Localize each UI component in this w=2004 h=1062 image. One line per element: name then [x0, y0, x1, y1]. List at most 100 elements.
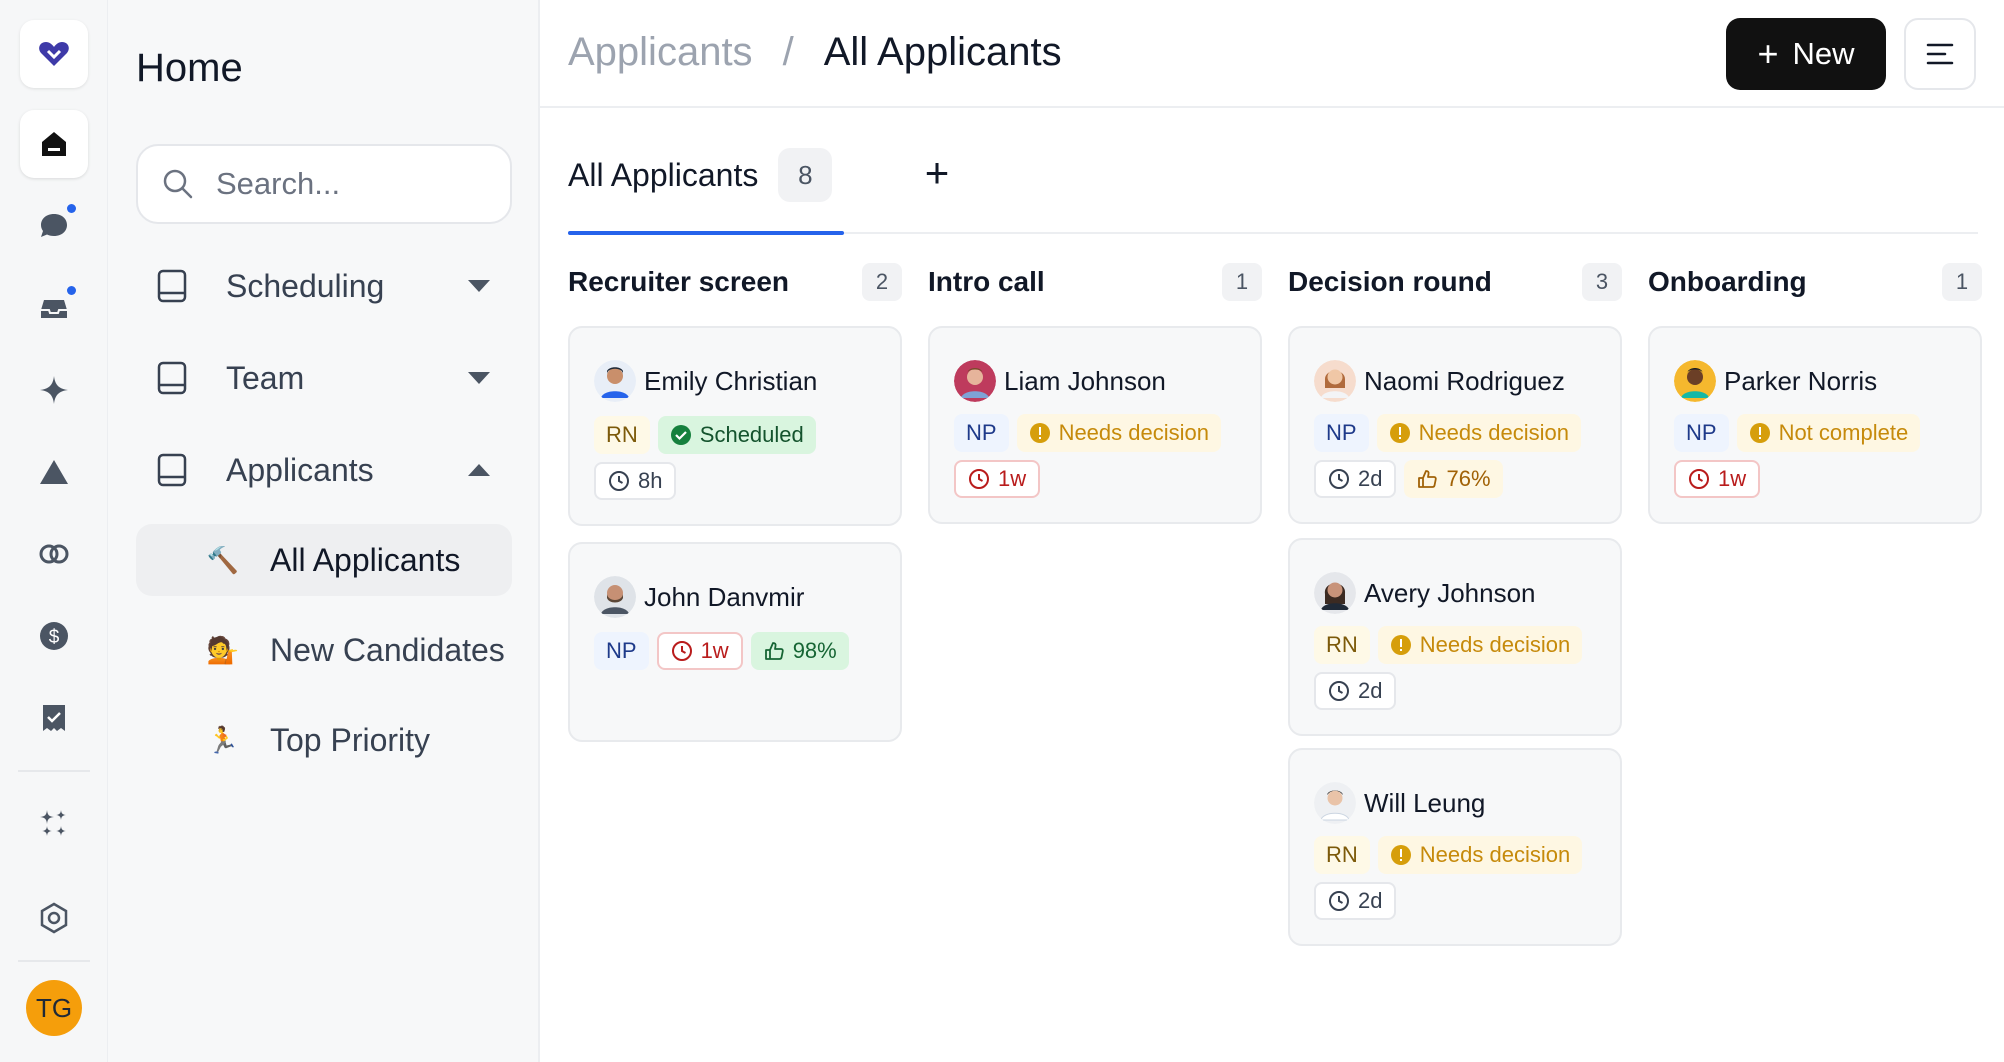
menu-button[interactable]: [1904, 18, 1976, 90]
nav-title: Home: [136, 46, 243, 90]
rail-rings[interactable]: [20, 520, 88, 588]
sparkle-icon: [40, 376, 68, 404]
breadcrumb: Applicants / All Applicants: [568, 30, 1062, 75]
time-badge: 1w: [954, 460, 1041, 498]
search-icon: [163, 169, 193, 199]
column-title: Decision round: [1288, 266, 1492, 297]
status-text: Not complete: [1778, 420, 1909, 445]
running-person-icon: 🏃: [206, 724, 240, 755]
search-box[interactable]: [136, 144, 512, 224]
nav-item-new-candidates[interactable]: 💁 New Candidates: [136, 614, 512, 686]
column-header: Decision round 3: [1288, 258, 1622, 306]
add-view-button[interactable]: +: [912, 148, 962, 198]
book-icon: [157, 453, 187, 487]
avatar: [1314, 782, 1356, 824]
card-header: Avery Johnson: [1314, 572, 1536, 614]
rail-ai[interactable]: [20, 790, 88, 858]
avatar: [954, 360, 996, 402]
tab-all-applicants[interactable]: All Applicants 8: [568, 148, 833, 202]
badge-row-2: 1w: [954, 460, 1041, 498]
user-avatar[interactable]: TG: [26, 980, 82, 1036]
card-header: Naomi Rodriguez: [1314, 360, 1565, 402]
nav-item-top-priority[interactable]: 🏃 Top Priority: [136, 704, 512, 776]
nav-section-scheduling[interactable]: Scheduling: [136, 248, 512, 324]
rail-billing[interactable]: $: [20, 602, 88, 670]
badge-row: NP Not complete: [1674, 414, 1921, 452]
time-badge: 8h: [594, 462, 677, 500]
thumbs-up-icon: [1418, 470, 1438, 488]
menu-lines-icon: [1926, 43, 1954, 65]
badge-row: RN Needs decision: [1314, 836, 1583, 874]
applicant-card[interactable]: Liam Johnson NP Needs decision 1w: [928, 326, 1262, 524]
rail-divider: [18, 770, 90, 772]
rail-sparkle[interactable]: [20, 356, 88, 424]
inbox-icon: [41, 300, 67, 318]
new-button[interactable]: + New: [1726, 18, 1886, 90]
role-badge: NP: [1314, 414, 1369, 452]
nav-section-label: Team: [226, 359, 305, 396]
applicant-name: Naomi Rodriguez: [1364, 365, 1565, 396]
status-text: Scheduled: [699, 422, 804, 447]
nav-section-team[interactable]: Team: [136, 340, 512, 416]
time-text: 1w: [998, 466, 1027, 491]
applicant-card[interactable]: Emily Christian RN Scheduled 8h: [568, 326, 902, 526]
app-logo[interactable]: [20, 20, 88, 88]
header-divider: [540, 106, 2004, 108]
card-header: John Danvmir: [594, 576, 804, 618]
applicant-name: John Danvmir: [644, 581, 805, 612]
score-badge: 76%: [1404, 460, 1503, 498]
person-tipping-hand-icon: 💁: [206, 634, 240, 665]
rail-inbox[interactable]: [20, 274, 88, 342]
card-header: Liam Johnson: [954, 360, 1166, 402]
svg-text:$: $: [49, 627, 60, 648]
applicant-card[interactable]: Avery Johnson RN Needs decision 2d: [1288, 538, 1622, 736]
column-recruiter-screen: Recruiter screen 2 Emily Christian RN Sc…: [568, 258, 902, 742]
clock-icon: [1329, 681, 1349, 701]
breadcrumb-current: All Applicants: [823, 30, 1062, 74]
alert-circle-icon: [1390, 845, 1411, 865]
rail-triangle[interactable]: [20, 438, 88, 506]
score-badge: 98%: [750, 632, 849, 670]
avatar: [594, 576, 636, 618]
home-icon: [42, 132, 66, 156]
rail-settings[interactable]: [20, 884, 88, 952]
clock-icon: [671, 641, 692, 661]
column-count: 3: [1582, 263, 1622, 301]
book-icon: [157, 361, 187, 395]
applicant-name: Parker Norris: [1724, 365, 1878, 396]
applicant-name: Liam Johnson: [1004, 365, 1166, 396]
applicant-card[interactable]: Will Leung RN Needs decision 2d: [1288, 748, 1622, 946]
badge-row-2: 1w: [1674, 460, 1761, 498]
alert-circle-icon: [1029, 423, 1050, 443]
badge-row-2: 8h: [594, 462, 677, 500]
time-badge: 1w: [656, 632, 743, 670]
badge-row: NP 1w 98%: [594, 632, 849, 670]
breadcrumb-parent[interactable]: Applicants: [568, 30, 753, 75]
nav-section-applicants[interactable]: Applicants: [136, 432, 512, 508]
icon-rail: $ TG: [0, 0, 108, 1062]
applicant-card[interactable]: John Danvmir NP 1w 98%: [568, 542, 902, 742]
avatar: [1314, 360, 1356, 402]
rail-home[interactable]: [20, 110, 88, 178]
column-title: Intro call: [928, 266, 1045, 297]
book-icon: [157, 269, 187, 303]
clock-icon: [1329, 469, 1349, 489]
alert-circle-icon: [1390, 635, 1411, 655]
time-text: 2d: [1358, 466, 1383, 491]
nav-item-all-applicants[interactable]: 🔨 All Applicants: [136, 524, 512, 596]
status-text: Needs decision: [1419, 632, 1571, 657]
rail-messages[interactable]: [20, 192, 88, 260]
column-header: Intro call 1: [928, 258, 1262, 306]
triangle-icon: [40, 460, 68, 484]
time-text: 8h: [638, 468, 663, 493]
role-badge: NP: [1674, 414, 1729, 452]
nav-item-label: Top Priority: [270, 721, 431, 758]
applicant-card[interactable]: Naomi Rodriguez NP Needs decision 2d 76%: [1288, 326, 1622, 524]
plus-icon: +: [1757, 33, 1779, 74]
breadcrumb-separator: /: [782, 30, 794, 74]
time-badge: 1w: [1674, 460, 1761, 498]
rail-tasks[interactable]: [20, 684, 88, 752]
status-text: Needs decision: [1058, 420, 1209, 445]
applicant-card[interactable]: Parker Norris NP Not complete 1w: [1648, 326, 1982, 524]
search-input[interactable]: [216, 166, 496, 202]
